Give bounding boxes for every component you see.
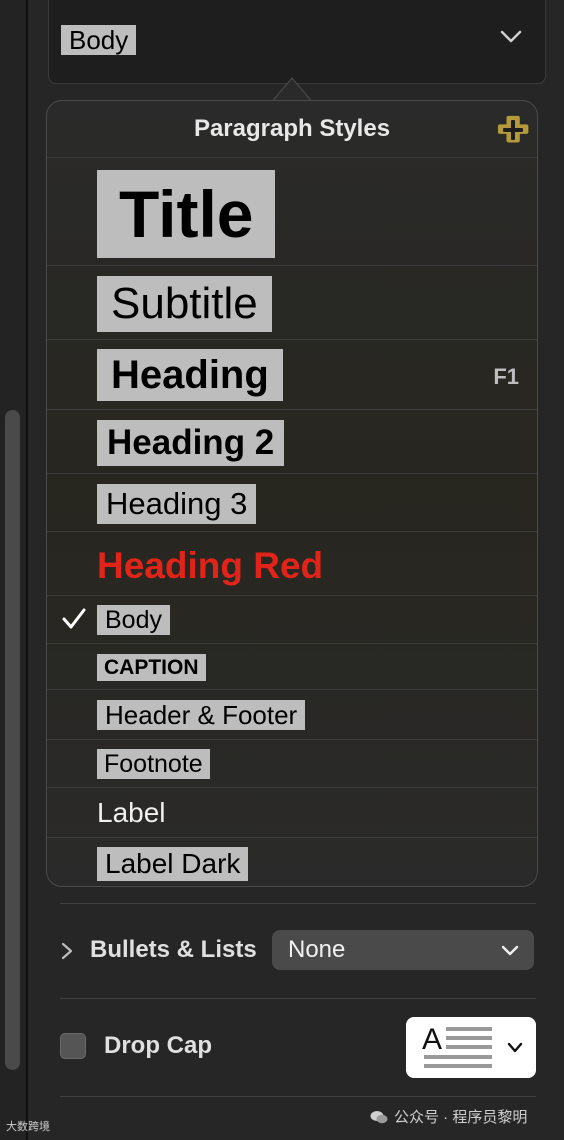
bullets-lists-select[interactable]: None [272, 930, 534, 970]
style-item-body[interactable]: Body [47, 595, 537, 643]
watermark-right: 公众号 · 程序员黎明 [370, 1106, 527, 1127]
paragraph-styles-popover: Paragraph Styles Title Subtitle Heading … [46, 100, 538, 887]
style-item-heading[interactable]: Heading F1 [47, 339, 537, 409]
style-item-label: Footnote [97, 749, 210, 779]
style-item-label: Body [97, 605, 170, 635]
style-item-label: Heading [97, 349, 283, 401]
style-item-label: Title [97, 170, 276, 258]
divider [60, 998, 536, 999]
divider [60, 1096, 536, 1097]
style-item-caption[interactable]: CAPTION [47, 643, 537, 689]
style-item-label: Header & Footer [97, 700, 306, 730]
rail-divider [26, 0, 28, 1140]
style-item-footnote[interactable]: Footnote [47, 739, 537, 787]
disclosure-chevron-icon[interactable] [58, 940, 76, 962]
add-style-icon[interactable] [497, 113, 531, 147]
bullets-lists-value: None [288, 936, 346, 963]
current-style-label: Body [61, 25, 137, 55]
style-item-heading-3[interactable]: Heading 3 [47, 473, 537, 531]
bullets-lists-label[interactable]: Bullets & Lists [90, 936, 257, 964]
drop-cap-checkbox[interactable] [60, 1033, 86, 1059]
style-item-label[interactable]: Label [47, 787, 537, 837]
style-item-header-footer[interactable]: Header & Footer [47, 689, 537, 739]
style-item-subtitle[interactable]: Subtitle [47, 265, 537, 339]
style-item-heading-2[interactable]: Heading 2 [47, 409, 537, 473]
drop-cap-style-picker[interactable]: A [406, 1017, 536, 1078]
drop-cap-label[interactable]: Drop Cap [104, 1032, 212, 1060]
chevron-down-icon [507, 1042, 523, 1053]
style-item-label: Label Dark [97, 847, 249, 881]
chevron-down-icon [500, 30, 522, 43]
scrollbar-thumb[interactable] [5, 410, 20, 1070]
style-item-label: CAPTION [97, 654, 206, 681]
style-item-label: Heading 3 [97, 484, 257, 524]
checkmark-icon [62, 608, 86, 629]
style-item-label: Heading 2 [97, 420, 285, 466]
wechat-icon [370, 1111, 388, 1124]
paragraph-style-dropdown[interactable]: Body [48, 0, 546, 84]
style-item-label: Heading Red [97, 545, 324, 586]
style-item-label: Subtitle [97, 276, 272, 332]
drop-cap-preview-icon: A [422, 1023, 492, 1068]
style-item-heading-red[interactable]: Heading Red [47, 531, 537, 595]
popover-title: Paragraph Styles [193, 115, 391, 142]
watermark-left: 大数跨境 [6, 1121, 50, 1133]
style-item-title[interactable]: Title [47, 157, 537, 265]
chevron-down-icon [501, 945, 519, 956]
divider [60, 903, 536, 904]
svg-text:A: A [422, 1023, 442, 1056]
style-item-label: Label [97, 797, 166, 828]
style-item-label-dark[interactable]: Label Dark [47, 837, 537, 886]
style-shortcut: F1 [493, 364, 519, 389]
